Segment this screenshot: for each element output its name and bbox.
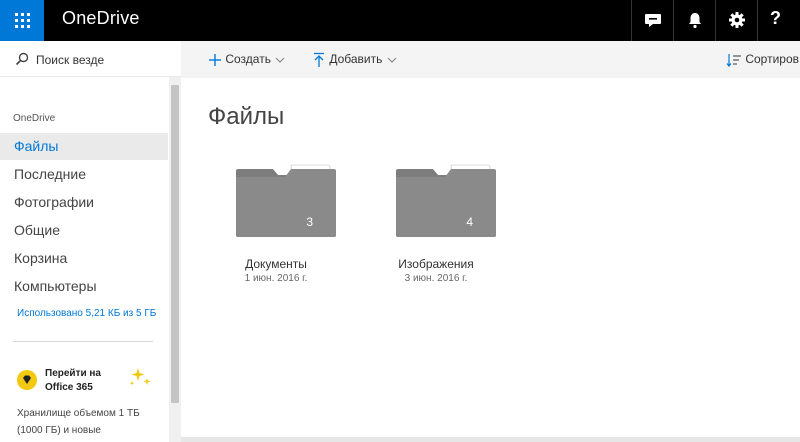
chevron-down-icon (387, 57, 397, 63)
chevron-down-icon (275, 57, 285, 63)
app-title[interactable]: OneDrive (62, 8, 140, 29)
upgrade-office-link[interactable]: Перейти на Office 365 (45, 367, 125, 395)
folder-date: 3 июн. 2016 г. (404, 273, 468, 284)
folder-tile[interactable]: 3 Документы 1 июн. 2016 г. (211, 163, 341, 293)
upload-arrow-icon (314, 52, 324, 67)
gear-icon (729, 12, 745, 28)
nav-divider (13, 341, 153, 342)
bottom-scroll-edge (181, 437, 800, 442)
nav-item-recycle-bin[interactable]: Корзина (0, 245, 168, 272)
create-label: Создать (225, 52, 271, 66)
command-bar: Создать Добавить Сортиров (181, 41, 800, 78)
search-box[interactable]: Поиск везде (0, 41, 181, 77)
sort-button[interactable]: Сортиров (726, 41, 799, 78)
folder-icon (396, 164, 496, 237)
top-bar: OneDrive ? (0, 0, 800, 41)
help-icon: ? (770, 8, 781, 28)
folder-tile[interactable]: 4 Изображения 3 июн. 2016 г. (371, 163, 501, 293)
folder-name[interactable]: Изображения (371, 257, 501, 271)
nav-item-files[interactable]: Файлы (0, 133, 168, 160)
nav-item-photos[interactable]: Фотографии (0, 189, 168, 216)
search-icon (15, 52, 29, 66)
sort-icon (726, 53, 741, 67)
nav-scrollbar-thumb[interactable] (171, 85, 179, 403)
nav-heading: OneDrive (13, 113, 56, 124)
folder-date: 1 июн. 2016 г. (244, 273, 308, 284)
help-button[interactable]: ? (757, 0, 799, 41)
nav-item-recent[interactable]: Последние (0, 161, 168, 188)
chat-icon (645, 14, 661, 27)
folder-item-count: 3 (306, 215, 313, 229)
folder-item-count: 4 (466, 215, 473, 229)
search-input[interactable]: Поиск везде (36, 53, 104, 67)
waffle-icon (15, 13, 30, 28)
folder-icon (236, 164, 336, 237)
page-title: Файлы (208, 103, 285, 130)
app-launcher-button[interactable] (0, 0, 44, 41)
left-navigation: Поиск везде OneDrive Файлы Последние Фот… (0, 41, 181, 442)
main-content: Файлы 3 Документы 1 июн. 2016 г. 4 Изобр… (181, 78, 800, 442)
upload-button[interactable]: Добавить (312, 41, 398, 78)
nav-item-shared[interactable]: Общие (0, 217, 168, 244)
create-button[interactable]: Создать (208, 41, 286, 78)
nav-item-pcs[interactable]: Компьютеры (0, 273, 168, 300)
bell-icon (689, 13, 701, 29)
folder-name[interactable]: Документы (211, 257, 341, 271)
settings-button[interactable] (715, 0, 757, 41)
promo-description: Хранилище объемом 1 ТБ (1000 ГБ) и новые (17, 408, 140, 436)
notifications-button[interactable] (673, 0, 715, 41)
sort-label: Сортиров (745, 52, 800, 66)
sparkle-icon (129, 368, 151, 386)
storage-usage-link[interactable]: Использовано 5,21 КБ из 5 ГБ (17, 307, 157, 321)
plus-icon (209, 53, 221, 66)
premium-diamond-icon (17, 370, 37, 390)
feedback-button[interactable] (631, 0, 673, 41)
upload-label: Добавить (329, 52, 383, 66)
